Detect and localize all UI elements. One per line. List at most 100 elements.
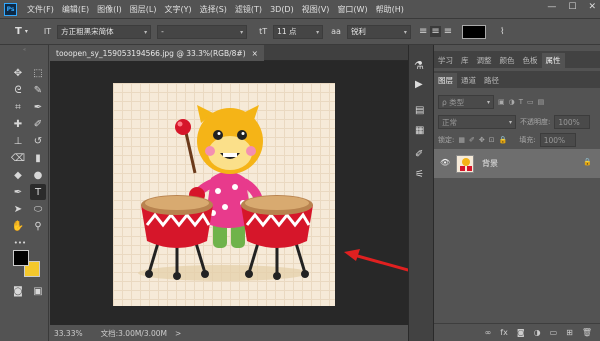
tab-layers[interactable]: 图层 [434, 73, 457, 88]
fill-field[interactable]: 100% [539, 133, 576, 147]
warp-text-icon[interactable]: ⌇ [500, 27, 504, 37]
close-button[interactable]: ✕ [588, 2, 596, 12]
fx-icon[interactable]: fx [500, 328, 508, 337]
history-panel-icon[interactable]: ⚗ [414, 59, 424, 72]
history-brush-tool[interactable]: ↺ [30, 133, 46, 149]
photoshop-logo-icon: Ps [4, 2, 17, 16]
eye-icon[interactable]: 👁 [440, 158, 450, 167]
blend-mode-select[interactable]: 正常 ▾ [438, 115, 516, 129]
zoom-level[interactable]: 33.33% [54, 329, 83, 338]
tab-libraries[interactable]: 库 [457, 53, 473, 68]
align-center-icon[interactable]: ≡ [430, 26, 441, 37]
shape-tool[interactable]: ⬭ [30, 201, 46, 217]
quick-select-tool[interactable]: ✎ [30, 82, 46, 98]
font-family-select[interactable]: 方正粗黑宋简体 ▾ [57, 24, 152, 39]
healing-tool[interactable]: ✚ [10, 116, 26, 132]
tab-properties[interactable]: 属性 [541, 53, 565, 68]
info-panel-icon[interactable]: ▤ [415, 105, 424, 116]
status-menu-caret[interactable]: > [175, 329, 181, 338]
chevron-down-icon[interactable]: ▾ [25, 28, 28, 35]
filter-smart-icon[interactable]: ▤ [538, 98, 545, 106]
align-right-icon[interactable]: ≡ [444, 26, 452, 37]
maximize-button[interactable]: ☐ [568, 2, 576, 12]
menu-select[interactable]: 选择(S) [200, 4, 227, 15]
eraser-tool[interactable]: ⌫ [10, 150, 26, 166]
tab-swatches[interactable]: 色板 [519, 53, 542, 68]
filter-pixel-icon[interactable]: ▣ [498, 98, 505, 106]
lasso-tool[interactable]: ᘓ [10, 82, 26, 98]
stamp-tool[interactable]: ⊥ [10, 133, 26, 149]
document-tab[interactable]: tooopen_sy_159053194566.jpg @ 33.3%(RGB/… [50, 45, 264, 61]
lock-paint-icon[interactable]: ✐ [469, 136, 475, 144]
menu-3d[interactable]: 3D(D) [270, 5, 294, 14]
adjustment-layer-icon[interactable]: ◑ [534, 328, 541, 337]
tab-learn[interactable]: 学习 [434, 53, 457, 68]
more-tools[interactable]: ••• [10, 235, 30, 251]
filter-shape-icon[interactable]: ▭ [527, 98, 534, 106]
crop-tool[interactable]: ⌗ [10, 99, 26, 115]
quick-mask[interactable]: ◙ [10, 283, 26, 299]
lock-artboard-icon[interactable]: ⊡ [489, 136, 495, 144]
hand-tool[interactable]: ✋ [10, 218, 26, 234]
tab-adjustments[interactable]: 调整 [473, 53, 496, 68]
screen-mode[interactable]: ▣ [30, 283, 46, 299]
collapse-icon[interactable]: « [2, 47, 47, 53]
toolbox: « ✥ ⬚ ᘓ ✎ ⌗ ✒ ✚ ✐ ⊥ ↺ ⌫ ▮ ◆ ● ✒ T ➤ ⬭ ✋ ⚲ ••• ◙ ▣ [0, 45, 49, 341]
filter-adjust-icon[interactable]: ◑ [509, 98, 515, 106]
eyedropper-tool[interactable]: ✒ [30, 99, 46, 115]
foreground-color-swatch[interactable] [13, 250, 29, 266]
type-tool[interactable]: T [30, 184, 46, 200]
top-panel-tabs: 学习 库 调整 颜色 色板 属性 [434, 51, 600, 68]
close-tab-icon[interactable]: × [252, 49, 258, 58]
marquee-tool[interactable]: ⬚ [30, 65, 46, 81]
actions-play-icon[interactable]: ▶ [415, 79, 423, 90]
new-group-icon[interactable]: ▭ [550, 328, 558, 337]
menu-edit[interactable]: 编辑(E) [62, 4, 89, 15]
brush-tool[interactable]: ✐ [30, 116, 46, 132]
new-layer-icon[interactable]: ⊞ [566, 328, 573, 337]
text-orientation-icon[interactable]: IT [44, 27, 51, 36]
path-select-tool[interactable]: ➤ [10, 201, 26, 217]
menu-filter[interactable]: 滤镜(T) [235, 4, 262, 15]
tab-color[interactable]: 颜色 [496, 53, 519, 68]
lock-all-icon[interactable]: 🔒 [499, 136, 508, 144]
menu-image[interactable]: 图像(I) [97, 4, 122, 15]
canvas-image[interactable] [113, 83, 335, 306]
type-tool-preset-icon[interactable]: T [15, 26, 22, 37]
layer-kind-filter[interactable]: ρ 类型 ▾ [438, 95, 494, 109]
blur-tool[interactable]: ◆ [10, 167, 26, 183]
menu-window[interactable]: 窗口(W) [337, 4, 367, 15]
lock-position-icon[interactable]: ✥ [479, 136, 485, 144]
align-left-icon[interactable]: ≡ [419, 26, 427, 37]
tab-paths[interactable]: 路径 [480, 73, 503, 88]
anti-alias-icon: aa [331, 27, 341, 36]
left-drum [141, 195, 213, 280]
pen-tool[interactable]: ✒ [10, 184, 26, 200]
tab-channels[interactable]: 通道 [457, 73, 480, 88]
add-mask-icon[interactable]: ◙ [517, 328, 525, 337]
menu-type[interactable]: 文字(Y) [164, 4, 191, 15]
menu-help[interactable]: 帮助(H) [376, 4, 404, 15]
layer-row-background[interactable]: 👁 背景 🔒 [434, 149, 600, 178]
text-color-swatch[interactable] [462, 24, 487, 39]
trash-icon[interactable]: 🗑 [582, 328, 592, 337]
menu-file[interactable]: 文件(F) [27, 4, 54, 15]
menu-layer[interactable]: 图层(L) [130, 4, 157, 15]
document-tab-row: tooopen_sy_159053194566.jpg @ 33.3%(RGB/… [50, 45, 408, 61]
dodge-tool[interactable]: ● [30, 167, 46, 183]
minimize-button[interactable]: — [547, 2, 556, 12]
anti-alias-select[interactable]: 锐利 ▾ [346, 24, 411, 39]
lock-pixels-icon[interactable]: ▦ [458, 136, 465, 144]
font-style-select[interactable]: - ▾ [157, 24, 248, 39]
swatches-panel-icon[interactable]: ▦ [415, 125, 424, 136]
filter-type-icon[interactable]: T [519, 98, 523, 106]
brush-settings-icon[interactable]: ✐ [415, 149, 423, 160]
zoom-tool[interactable]: ⚲ [30, 218, 46, 234]
link-layers-icon[interactable]: ∞ [485, 328, 492, 337]
gradient-tool[interactable]: ▮ [30, 150, 46, 166]
opacity-field[interactable]: 100% [554, 115, 591, 129]
adjust-panel-icon[interactable]: ⚟ [415, 169, 424, 180]
font-size-select[interactable]: 11 点 ▾ [273, 24, 324, 39]
menu-view[interactable]: 视图(V) [302, 4, 330, 15]
move-tool[interactable]: ✥ [10, 65, 26, 81]
